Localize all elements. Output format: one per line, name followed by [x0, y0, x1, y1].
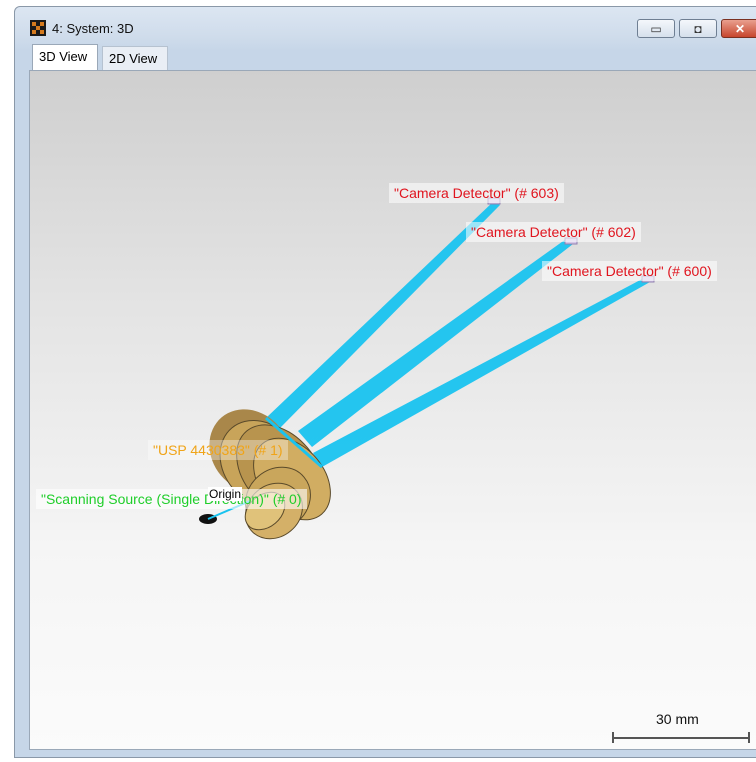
label-detector-603: "Camera Detector" (# 603)	[389, 183, 564, 203]
label-detector-602: "Camera Detector" (# 602)	[466, 222, 641, 242]
close-icon: ✕	[734, 22, 746, 36]
title-bar[interactable]: 4: System: 3D ▭ ◘ ✕	[15, 7, 756, 45]
tab-2d-view[interactable]: 2D View	[102, 46, 168, 70]
minimize-button[interactable]: ▭	[637, 19, 675, 38]
scale-bar-tick-left	[612, 732, 614, 743]
close-button[interactable]: ✕	[721, 19, 756, 38]
scale-bar-tick-right	[748, 732, 750, 743]
optical-scene	[199, 197, 655, 540]
restore-button[interactable]: ◘	[679, 19, 717, 38]
tab-3d-view[interactable]: 3D View	[32, 44, 98, 70]
scale-bar-line	[612, 737, 750, 739]
minimize-icon: ▭	[650, 22, 662, 36]
app-icon	[30, 20, 46, 36]
label-detector-600: "Camera Detector" (# 600)	[542, 261, 717, 281]
restore-icon: ◘	[694, 22, 702, 36]
scale-bar: 30 mm	[612, 711, 752, 743]
3d-viewport[interactable]: "Camera Detector" (# 603) "Camera Detect…	[29, 70, 756, 750]
origin-marker: Origin	[208, 487, 243, 501]
scale-bar-label: 30 mm	[656, 711, 699, 727]
label-scanning-source: "Scanning Source (Single Direction)" (# …	[36, 489, 307, 509]
label-lens: "USP 4430383" (# 1)	[148, 440, 288, 460]
window-title: 4: System: 3D	[52, 21, 134, 36]
